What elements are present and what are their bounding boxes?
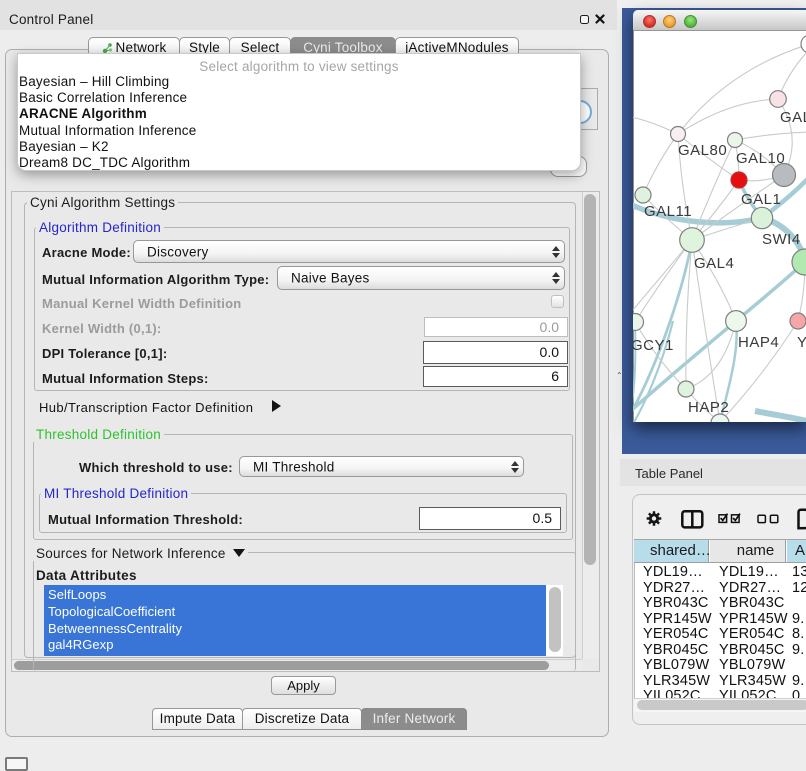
svg-text:GAL4: GAL4 [694,255,734,272]
svg-text:GAL80: GAL80 [678,142,727,159]
svg-text:GAL2: GAL2 [780,109,806,126]
svg-text:GAL10: GAL10 [736,150,785,167]
svg-text:HAP4: HAP4 [738,334,779,351]
svg-text:GAL1: GAL1 [741,191,781,208]
svg-text:GAL11: GAL11 [644,203,692,220]
svg-text:YER: YER [797,334,806,351]
svg-text:SWI4: SWI4 [762,231,801,248]
svg-text:HAP2: HAP2 [688,399,729,416]
svg-text:GCY1: GCY1 [633,337,674,354]
